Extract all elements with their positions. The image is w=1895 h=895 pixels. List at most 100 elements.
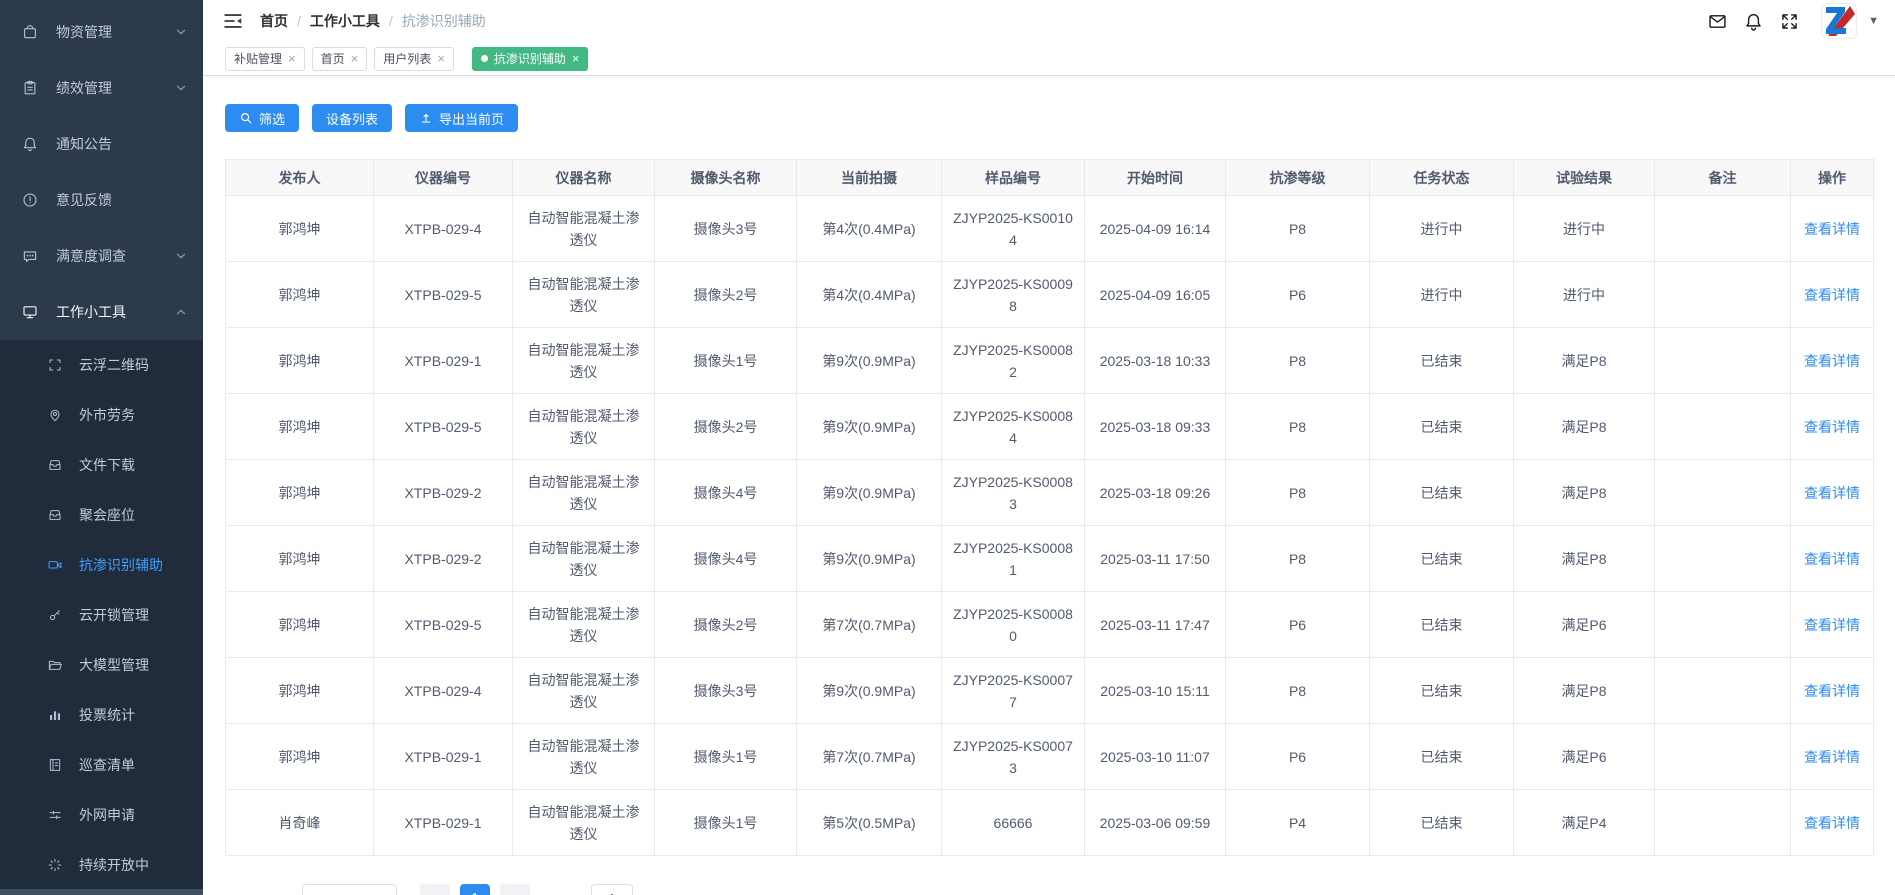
cell-sample_no: ZJYP2025-KS00077 xyxy=(941,657,1085,724)
cell-camera: 摄像头2号 xyxy=(654,261,797,328)
cell-remark xyxy=(1654,393,1791,460)
sidebar-item-label: 满意度调查 xyxy=(56,248,126,264)
sidebar-subitem-8[interactable]: 巡查清单 xyxy=(0,740,203,790)
tab-2[interactable]: 用户列表 × xyxy=(374,46,454,71)
column-header: 摄像头名称 xyxy=(654,159,797,196)
folder-icon xyxy=(47,657,63,673)
cell-result: 满足P6 xyxy=(1513,723,1655,790)
cell-current_shot: 第4次(0.4MPa) xyxy=(796,261,942,328)
sidebar-subitem-9[interactable]: 外网申请 xyxy=(0,790,203,840)
cell-camera: 摄像头3号 xyxy=(654,657,797,724)
cell-device_name: 自动智能混凝土渗透仪 xyxy=(512,657,655,724)
tags-bar: 补贴管理 × 首页 × 用户列表 × 抗渗识别辅助 × xyxy=(203,42,1895,76)
column-header: 仪器名称 xyxy=(512,159,655,196)
cell-action: 查看详情 xyxy=(1790,195,1874,262)
toolbar: 筛选 设备列表 导出当前页 xyxy=(225,104,1873,132)
view-details-link[interactable]: 查看详情 xyxy=(1804,485,1860,501)
fullscreen-icon[interactable] xyxy=(1779,11,1800,32)
cell-start_time: 2025-04-09 16:14 xyxy=(1084,195,1226,262)
cell-result: 满足P8 xyxy=(1513,657,1655,724)
cell-publisher: 郭鸿坤 xyxy=(225,327,374,394)
cell-camera: 摄像头1号 xyxy=(654,789,797,856)
close-icon[interactable]: × xyxy=(288,52,296,65)
view-details-link[interactable]: 查看详情 xyxy=(1804,221,1860,237)
tab-label: 首页 xyxy=(320,52,345,66)
main-area: 首页 / 工作小工具 / 抗渗识别辅助 ▼ 补贴管理 × 首页 × 用户列表 ×… xyxy=(203,0,1895,895)
export-page-button[interactable]: 导出当前页 xyxy=(405,104,519,132)
cell-device_no: XTPB-029-1 xyxy=(373,327,513,394)
table-row: 肖奇峰 XTPB-029-1 自动智能混凝土渗透仪 摄像头1号 第5次(0.5MPa) 6… xyxy=(225,789,1874,856)
cell-camera: 摄像头4号 xyxy=(654,459,797,526)
sidebar-item-bag[interactable]: 物资管理 xyxy=(0,4,203,60)
breadcrumb-item[interactable]: 首页 xyxy=(260,11,288,31)
sidebar-subitem-label: 云开锁管理 xyxy=(79,607,149,623)
tab-active[interactable]: 抗渗识别辅助 × xyxy=(471,46,589,71)
view-details-link[interactable]: 查看详情 xyxy=(1804,749,1860,765)
sidebar-subitem-label: 大模型管理 xyxy=(79,657,149,673)
breadcrumb-item[interactable]: 工作小工具 xyxy=(310,11,380,31)
feedback-icon xyxy=(21,191,39,209)
tab-1[interactable]: 首页 × xyxy=(311,46,368,71)
page-number-button[interactable]: 1 xyxy=(460,884,490,895)
avatar[interactable] xyxy=(1821,3,1858,39)
sidebar-subitem-0[interactable]: 云浮二维码 xyxy=(0,340,203,390)
sidebar-item-monitor[interactable]: 工作小工具 xyxy=(0,284,203,340)
bell-icon xyxy=(21,135,39,153)
cell-result: 满足P8 xyxy=(1513,459,1655,526)
bell-icon[interactable] xyxy=(1743,11,1764,32)
sidebar-item-feedback[interactable]: 意见反馈 xyxy=(0,172,203,228)
tab-0[interactable]: 补贴管理 × xyxy=(225,46,305,71)
sidebar-subitem-10[interactable]: 持续开放中 xyxy=(0,840,203,890)
sidebar-subitem-1[interactable]: 外市劳务 xyxy=(0,390,203,440)
chevron-down-icon[interactable]: ▼ xyxy=(1868,15,1879,27)
next-page-button[interactable]: › xyxy=(500,884,530,895)
chevron-down-icon xyxy=(175,26,187,38)
column-header: 开始时间 xyxy=(1084,159,1226,196)
sidebar-subitem-5[interactable]: 云开锁管理 xyxy=(0,590,203,640)
sidebar-subitem-3[interactable]: 聚会座位 xyxy=(0,490,203,540)
tab-label: 抗渗识别辅助 xyxy=(493,52,566,66)
cell-sample_no: ZJYP2025-KS00082 xyxy=(941,327,1085,394)
cell-action: 查看详情 xyxy=(1790,657,1874,724)
cell-grade: P8 xyxy=(1225,657,1370,724)
close-icon[interactable]: × xyxy=(437,52,445,65)
cell-device_no: XTPB-029-4 xyxy=(373,195,513,262)
sidebar-subitem-7[interactable]: 投票统计 xyxy=(0,690,203,740)
page-size-select[interactable] xyxy=(302,884,397,895)
cell-remark xyxy=(1654,657,1791,724)
close-icon[interactable]: × xyxy=(572,52,580,65)
cell-status: 进行中 xyxy=(1369,195,1514,262)
page-jump-input[interactable] xyxy=(591,884,633,895)
view-details-link[interactable]: 查看详情 xyxy=(1804,287,1860,303)
sidebar-subitem-4-active[interactable]: 抗渗识别辅助 xyxy=(0,540,203,590)
sidebar-item-clipboard[interactable]: 绩效管理 xyxy=(0,60,203,116)
sidebar-subitem-2[interactable]: 文件下载 xyxy=(0,440,203,490)
sidebar-item-chat[interactable]: 满意度调查 xyxy=(0,228,203,284)
filter-button[interactable]: 筛选 xyxy=(225,104,300,132)
close-icon[interactable]: × xyxy=(351,52,359,65)
search-icon xyxy=(241,113,252,124)
view-details-link[interactable]: 查看详情 xyxy=(1804,683,1860,699)
view-details-link[interactable]: 查看详情 xyxy=(1804,353,1860,369)
view-details-link[interactable]: 查看详情 xyxy=(1804,419,1860,435)
sidebar-item-bell[interactable]: 通知公告 xyxy=(0,116,203,172)
mail-icon[interactable] xyxy=(1707,11,1728,32)
cell-current_shot: 第5次(0.5MPa) xyxy=(796,789,942,856)
cell-result: 满足P8 xyxy=(1513,327,1655,394)
cell-publisher: 肖奇峰 xyxy=(225,789,374,856)
view-details-link[interactable]: 查看详情 xyxy=(1804,815,1860,831)
prev-page-button[interactable]: ‹ xyxy=(420,884,450,895)
app-window: 物资管理 绩效管理 通知公告 意见反馈 满意度调查 工作小工具 云浮二维码 外市劳务 文件下载… xyxy=(0,0,1895,895)
sidebar-collapse-icon[interactable] xyxy=(222,10,244,32)
cell-action: 查看详情 xyxy=(1790,723,1874,790)
cell-device_name: 自动智能混凝土渗透仪 xyxy=(512,525,655,592)
sidebar-subitem-6[interactable]: 大模型管理 xyxy=(0,640,203,690)
device-list-button[interactable]: 设备列表 xyxy=(312,104,393,132)
cell-status: 已结束 xyxy=(1369,657,1514,724)
cell-action: 查看详情 xyxy=(1790,459,1874,526)
view-details-link[interactable]: 查看详情 xyxy=(1804,617,1860,633)
clipboard-icon xyxy=(21,79,39,97)
sidebar-subitem-label: 聚会座位 xyxy=(79,507,135,523)
cell-grade: P6 xyxy=(1225,261,1370,328)
view-details-link[interactable]: 查看详情 xyxy=(1804,551,1860,567)
